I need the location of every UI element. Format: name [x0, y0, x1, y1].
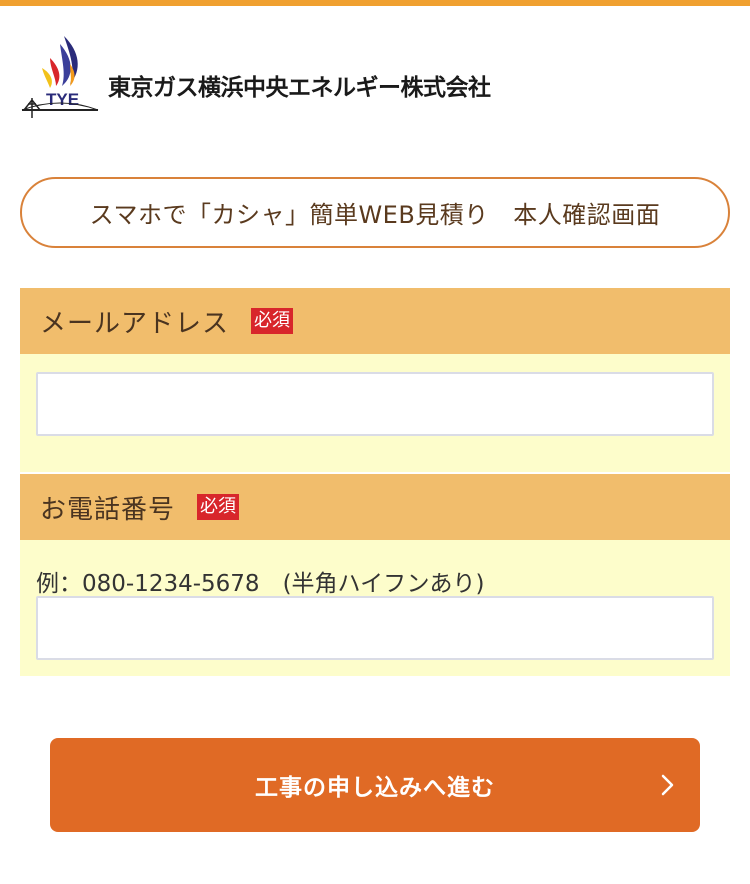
email-input[interactable] [36, 372, 714, 436]
phone-label: お電話番号 [40, 494, 176, 525]
required-badge: 必須 [251, 308, 294, 334]
phone-input[interactable] [36, 596, 714, 660]
email-section-header: メールアドレス 必須 [20, 288, 730, 354]
submit-button-label: 工事の申し込みへ進む [255, 774, 495, 800]
required-badge: 必須 [197, 494, 240, 520]
top-accent-bar [0, 0, 750, 6]
email-section-body [20, 354, 730, 472]
phone-section-body: 例：080-1234-5678 (半角ハイフンあり) [20, 540, 730, 676]
svg-text:TYE: TYE [46, 90, 79, 109]
page-title: スマホで「カシャ」簡単WEB見積り 本人確認画面 [20, 177, 730, 248]
chevron-right-icon [661, 774, 674, 796]
company-logo[interactable]: TYE 東京ガス横浜中央エネルギー株式会社 [20, 34, 491, 118]
email-label: メールアドレス [40, 308, 230, 339]
phone-format-hint: 例：080-1234-5678 (半角ハイフンあり) [36, 571, 485, 597]
flame-logo-icon: TYE [21, 36, 99, 118]
company-name: 東京ガス横浜中央エネルギー株式会社 [108, 75, 491, 101]
submit-button[interactable]: 工事の申し込みへ進む [50, 738, 700, 832]
phone-section-header: お電話番号 必須 [20, 474, 730, 540]
